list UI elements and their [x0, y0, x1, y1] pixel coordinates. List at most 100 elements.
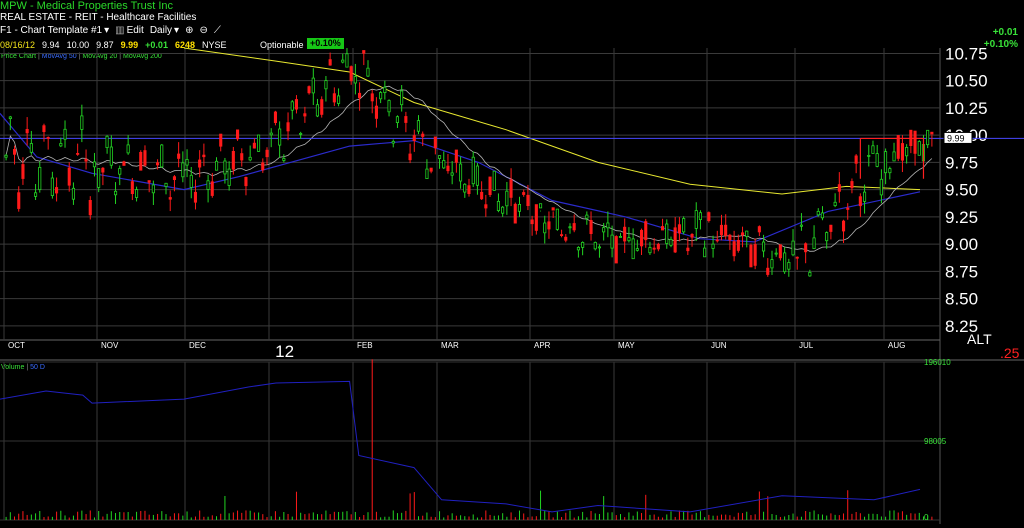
candle-body: [231, 150, 235, 170]
candle-body: [842, 220, 846, 232]
candle-body: [421, 133, 425, 137]
candlestick: [379, 90, 383, 104]
candle-body: [825, 232, 829, 242]
candle-body: [223, 160, 227, 175]
candlestick: [930, 131, 934, 147]
candle-body: [673, 227, 677, 253]
candle-body: [564, 236, 568, 241]
candle-body: [134, 189, 139, 198]
candlestick: [370, 89, 374, 114]
candle-body: [875, 153, 879, 167]
candle-body: [315, 104, 319, 117]
candle-body: [576, 246, 580, 251]
candle-body: [273, 111, 277, 124]
candlestick: [412, 129, 416, 152]
candle-body: [585, 214, 589, 219]
price-tick-label: 9.25: [945, 208, 978, 227]
candlestick: [303, 106, 307, 123]
candle-body: [219, 133, 223, 147]
candle-body: [147, 180, 151, 183]
candle-body: [534, 204, 538, 231]
candlestick: [635, 239, 639, 252]
candle-body: [900, 143, 904, 161]
candlestick: [555, 208, 559, 231]
candlestick: [269, 128, 273, 148]
candlestick: [252, 138, 256, 149]
candlestick: [366, 60, 370, 77]
candle-body: [374, 105, 378, 119]
candle-body: [294, 99, 298, 110]
candlestick: [539, 203, 543, 212]
candlestick: [576, 246, 580, 258]
candlestick: [416, 115, 420, 135]
candlestick: [492, 170, 496, 191]
candle-body: [404, 116, 408, 123]
candle-body: [42, 125, 46, 132]
candle-body: [589, 219, 593, 234]
candlestick: [8, 115, 12, 131]
candlestick: [433, 136, 437, 155]
candlestick: [294, 95, 298, 114]
candlestick: [446, 153, 450, 174]
candle-body: [833, 201, 837, 207]
candlestick: [547, 211, 551, 239]
candle-body: [879, 178, 883, 196]
candle-body: [282, 157, 286, 161]
volume-average-line: [0, 380, 921, 513]
candle-body: [122, 161, 126, 166]
candle-body: [80, 115, 84, 130]
candlestick: [631, 228, 635, 260]
candlestick: [581, 241, 585, 256]
candle-body: [572, 223, 576, 231]
candlestick: [324, 76, 328, 102]
candlestick: [778, 244, 782, 261]
candle-body: [652, 247, 656, 250]
candle-body: [101, 167, 105, 173]
candlestick: [172, 175, 177, 192]
candle-body: [610, 234, 614, 249]
month-label: JUL: [799, 341, 814, 350]
candle-body: [795, 256, 799, 259]
candle-body: [429, 167, 433, 172]
candlestick: [698, 210, 702, 230]
candle-body: [383, 86, 387, 93]
candle-body: [109, 146, 113, 166]
candlestick: [458, 156, 463, 189]
candle-body: [307, 86, 311, 94]
candle-body: [248, 156, 252, 161]
candlestick: [235, 129, 240, 141]
candle-body: [863, 191, 867, 202]
candlestick: [240, 148, 244, 167]
candle-body: [155, 162, 160, 166]
price-volume-chart[interactable]: 8.258.508.759.009.259.509.7510.0010.2510…: [0, 0, 1024, 528]
candle-body: [749, 244, 753, 268]
candlestick: [736, 234, 740, 253]
candlestick: [568, 223, 572, 234]
candle-body: [235, 129, 240, 140]
candle-body: [804, 243, 808, 253]
candle-body: [778, 244, 782, 259]
price-tick-label: 10.50: [945, 72, 988, 91]
candle-body: [871, 145, 875, 154]
candle-body: [143, 150, 147, 166]
candlestick: [46, 136, 50, 150]
candlestick: [12, 145, 17, 165]
alt-label: ALT: [967, 331, 992, 347]
candle-body: [547, 221, 551, 230]
candle-body: [467, 185, 471, 194]
month-label: AUG: [888, 341, 905, 350]
candle-body: [930, 131, 934, 135]
candle-body: [320, 99, 324, 115]
candlestick: [168, 190, 172, 212]
candle-body: [766, 267, 770, 275]
month-label: DEC: [189, 341, 206, 350]
price-tick-label: 9.75: [945, 153, 978, 172]
candlestick: [745, 230, 749, 248]
candle-body: [92, 161, 97, 168]
candlestick: [644, 218, 648, 248]
price-tick-label: 8.75: [945, 262, 978, 281]
candle-body: [55, 187, 59, 194]
candle-body: [837, 184, 841, 192]
candle-body: [614, 236, 618, 264]
candle-body: [741, 232, 745, 236]
